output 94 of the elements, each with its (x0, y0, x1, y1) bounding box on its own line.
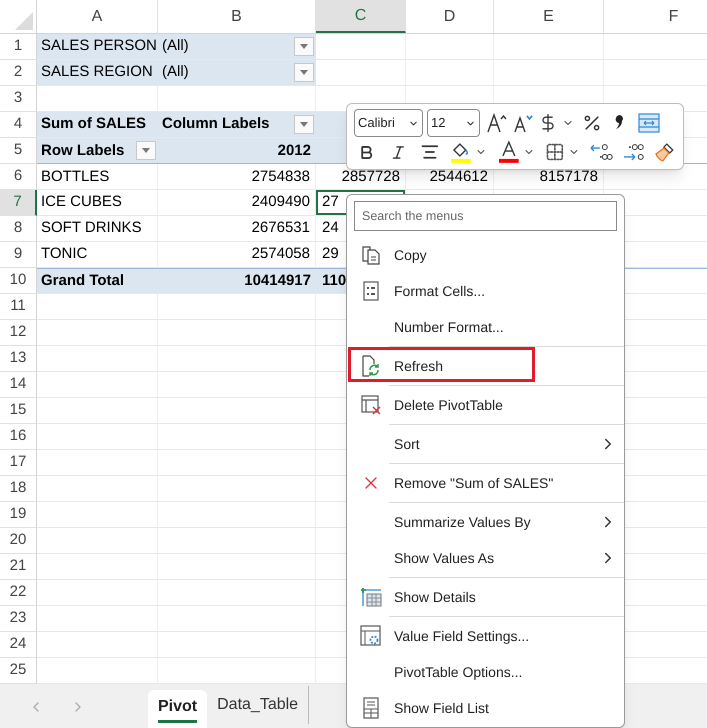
cell-text: ICE CUBES (41, 192, 122, 212)
row-number[interactable]: 11 (0, 294, 37, 320)
cell-text: 29 (322, 244, 339, 264)
cell-text: 2574058 (252, 244, 310, 264)
menu-item[interactable]: Show Details (347, 576, 624, 615)
cell-text: BOTTLES (41, 166, 110, 186)
dropdown-button[interactable] (294, 63, 314, 82)
row-number[interactable]: 14 (0, 372, 37, 398)
row-number[interactable]: 9 (0, 242, 37, 268)
row-number[interactable]: 25 (0, 658, 37, 684)
dropdown-icon (142, 148, 150, 153)
row-number[interactable]: 20 (0, 528, 37, 554)
row-number[interactable]: 17 (0, 450, 37, 476)
delete-table-icon (360, 395, 380, 415)
row-number[interactable]: 21 (0, 554, 37, 580)
row-number[interactable]: 7 (0, 190, 37, 216)
cell-text: 27 (322, 192, 339, 212)
decrease-decimal-icon[interactable] (622, 141, 646, 163)
row-number[interactable]: 3 (0, 86, 37, 112)
row-number[interactable]: 5 (0, 138, 37, 164)
copy-icon (360, 245, 380, 265)
increase-decimal-icon[interactable] (588, 141, 613, 163)
row-number[interactable]: 23 (0, 606, 37, 632)
cell-text: 10414917 (244, 270, 311, 291)
row-number[interactable]: 2 (0, 60, 37, 86)
refresh-icon (360, 355, 380, 377)
format-cells-icon (362, 281, 378, 301)
dropdown-icon (300, 70, 308, 75)
grow-font-icon[interactable] (486, 112, 508, 134)
cell-text: Sum of SALES (41, 114, 146, 134)
borders-icon[interactable] (545, 142, 566, 162)
cell-text: 2544612 (430, 166, 488, 186)
cell-text: (All) (162, 62, 189, 82)
menu-item[interactable]: Copy (347, 237, 624, 273)
row-number[interactable]: 12 (0, 320, 37, 346)
field-settings-icon (360, 625, 382, 647)
menu-item[interactable]: Refresh (347, 345, 624, 384)
row-number[interactable]: 6 (0, 164, 37, 190)
row-number[interactable]: 22 (0, 580, 37, 606)
show-details-icon (360, 587, 382, 607)
percent-icon[interactable] (582, 113, 602, 133)
cell-text: 2409490 (252, 192, 310, 212)
menu-item[interactable]: Show Values As (347, 540, 624, 576)
cell-text: Column Labels (162, 114, 270, 134)
cell-text: 24 (322, 218, 339, 238)
sheet-tab[interactable]: Data_Table (207, 686, 310, 724)
cell-text: 2754838 (252, 166, 310, 186)
column-header[interactable]: C (316, 0, 406, 33)
cell-text: Grand Total (41, 270, 124, 291)
row-number[interactable]: 10 (0, 268, 37, 294)
format-painter-icon[interactable] (654, 141, 676, 163)
cell-text: 8157178 (540, 166, 598, 186)
dropdown-icon (300, 44, 308, 49)
font-name-select[interactable]: Calibri (354, 109, 423, 137)
dropdown-button[interactable] (294, 37, 314, 56)
menu-item[interactable]: Sort (347, 423, 624, 462)
fill-color-icon[interactable] (450, 140, 472, 164)
row-number[interactable]: 8 (0, 216, 37, 242)
corner-triangle-icon (15, 12, 33, 30)
dropdown-button[interactable] (136, 141, 156, 160)
font-color-icon[interactable] (498, 140, 520, 164)
menu-item[interactable]: Format Cells... (347, 273, 624, 309)
row-number[interactable]: 24 (0, 632, 37, 658)
cell-text: TONIC (41, 244, 88, 264)
row-number[interactable]: 18 (0, 476, 37, 502)
cell-text: 110 (322, 270, 346, 291)
cell-text: SALES REGION (41, 62, 153, 82)
dropdown-button[interactable] (294, 115, 314, 134)
menu-item[interactable]: PivotTable Options... (347, 654, 624, 690)
row-number[interactable]: 1 (0, 34, 37, 60)
cell-text: Row Labels (41, 140, 124, 160)
cell-text: (All) (162, 36, 189, 56)
menu-item[interactable]: Value Field Settings... (347, 615, 624, 654)
sheet-tab[interactable]: Pivot (148, 690, 208, 728)
row-number[interactable]: 4 (0, 112, 37, 138)
row-number[interactable]: 15 (0, 398, 37, 424)
row-number[interactable]: 16 (0, 424, 37, 450)
font-size-select[interactable]: 12 (427, 109, 480, 137)
menu-item[interactable]: Summarize Values By (347, 501, 624, 540)
menu-item[interactable]: Number Format... (347, 309, 624, 345)
wrap-text-icon[interactable] (638, 112, 660, 134)
menu-item[interactable]: Show Field List (347, 690, 624, 726)
dropdown-icon (300, 122, 308, 127)
cell-text: 2857728 (342, 166, 400, 186)
row-number[interactable]: 13 (0, 346, 37, 372)
cell-text: 2012 (278, 140, 311, 160)
row-number[interactable]: 19 (0, 502, 37, 528)
cell-text: SOFT DRINKS (41, 218, 142, 238)
cell-text: 2676531 (252, 218, 310, 238)
menu-item[interactable]: Delete PivotTable (347, 384, 624, 423)
field-list-icon (362, 697, 378, 719)
search-field[interactable]: Search the menus (354, 201, 617, 231)
menu-item[interactable]: Remove "Sum of SALES" (347, 462, 624, 501)
cell-text: SALES PERSON (41, 36, 157, 56)
